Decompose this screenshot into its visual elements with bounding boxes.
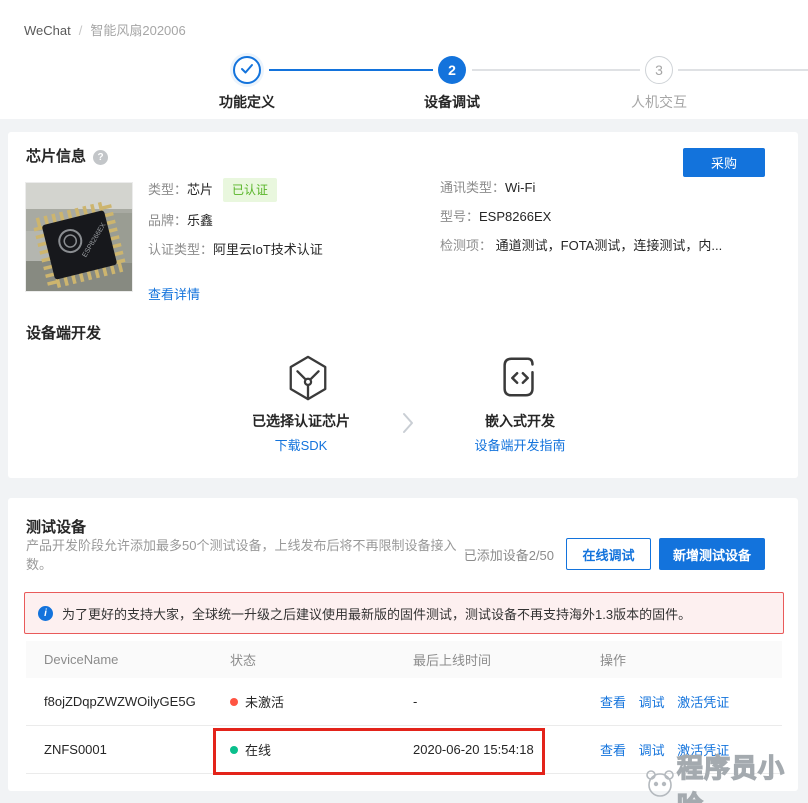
status-inactive-dot bbox=[230, 698, 238, 706]
step-connector-pending-2 bbox=[678, 69, 808, 71]
step-2-circle[interactable]: 2 bbox=[438, 56, 466, 84]
firmware-notice-banner: i 为了更好的支持大家，全球统一升级之后建议使用最新版的固件测试，测试设备不再支… bbox=[24, 592, 784, 634]
test-devices-subtitle: 产品开发阶段允许添加最多50个测试设备，上线发布后将不再限制设备接入数。 bbox=[26, 535, 464, 573]
breadcrumb-current: 智能风扇202006 bbox=[90, 23, 185, 38]
header-status: 状态 bbox=[230, 650, 413, 669]
embedded-dev-icon bbox=[498, 354, 542, 407]
view-action-link[interactable]: 查看 bbox=[600, 743, 626, 758]
chip-cert-type-field: 认证类型：阿里云IoT技术认证 bbox=[148, 240, 428, 260]
chevron-right-icon bbox=[402, 412, 414, 439]
debug-action-link[interactable]: 调试 bbox=[639, 695, 665, 710]
download-sdk-wrap: 下载SDK bbox=[211, 435, 391, 455]
chip-fields-left: 类型：芯片已认证 品牌：乐鑫 认证类型：阿里云IoT技术认证 查看详情 bbox=[148, 178, 428, 305]
status-cell: 在线 bbox=[230, 740, 413, 759]
chip-photo: ESP8266EX bbox=[25, 182, 133, 292]
header: WeChat / 智能风扇202006 2 3 功能定义 设备调试 人机交互 bbox=[0, 0, 808, 119]
chip-fields-right: 通讯类型：Wi-Fi 型号：ESP8266EX 检测项： 通道测试，FOTA测试… bbox=[440, 178, 780, 265]
dev-guide-wrap: 设备端开发指南 bbox=[430, 435, 610, 455]
step-connector-pending-1 bbox=[472, 69, 640, 71]
step-3-circle[interactable]: 3 bbox=[645, 56, 673, 84]
check-icon bbox=[240, 62, 254, 78]
step-1-label: 功能定义 bbox=[187, 92, 307, 112]
test-devices-toolbar: 产品开发阶段允许添加最多50个测试设备，上线发布后将不再限制设备接入数。 已添加… bbox=[26, 538, 765, 570]
info-icon: i bbox=[38, 606, 53, 621]
header-last-online: 最后上线时间 bbox=[413, 650, 600, 669]
device-table: DeviceName 状态 最后上线时间 操作 f8ojZDqpZWZWOily… bbox=[26, 641, 782, 774]
test-devices-card: 测试设备 产品开发阶段允许添加最多50个测试设备，上线发布后将不再限制设备接入数… bbox=[8, 498, 798, 791]
chip-brand-field: 品牌：乐鑫 bbox=[148, 211, 428, 231]
step-connector-done bbox=[269, 69, 433, 71]
device-name-cell: ZNFS0001 bbox=[44, 742, 230, 757]
buy-button[interactable]: 采购 bbox=[683, 148, 765, 177]
chip-type-field: 类型：芯片已认证 bbox=[148, 178, 428, 202]
chip-model-field: 型号：ESP8266EX bbox=[440, 207, 780, 227]
notice-text: 为了更好的支持大家，全球统一升级之后建议使用最新版的固件测试，测试设备不再支持海… bbox=[62, 604, 691, 623]
table-row: ZNFS0001 在线 2020-06-20 15:54:18 查看 调试 激活… bbox=[26, 726, 782, 774]
breadcrumb-root[interactable]: WeChat bbox=[24, 23, 71, 38]
debug-action-link[interactable]: 调试 bbox=[639, 743, 665, 758]
added-device-count: 已添加设备2/50 bbox=[464, 545, 554, 564]
chip-section-title: 芯片信息? bbox=[26, 145, 108, 166]
certified-badge: 已认证 bbox=[223, 178, 277, 202]
actions-cell: 查看 调试 激活凭证 bbox=[600, 692, 782, 711]
step-3-label: 人机交互 bbox=[599, 92, 719, 112]
step-1-circle[interactable] bbox=[233, 56, 261, 84]
credentials-action-link[interactable]: 激活凭证 bbox=[677, 743, 729, 758]
chip-comm-field: 通讯类型：Wi-Fi bbox=[440, 178, 780, 198]
help-icon[interactable]: ? bbox=[93, 150, 108, 165]
device-name-cell: f8ojZDqpZWZWOilyGE5G bbox=[44, 694, 230, 709]
chip-test-items-field: 检测项： 通道测试，FOTA测试，连接测试，内... bbox=[440, 236, 780, 256]
chip-info-card: 芯片信息? 采购 ESP8266EX 类型：芯片已认证 bbox=[8, 132, 798, 478]
breadcrumb-separator: / bbox=[79, 23, 83, 38]
last-online-cell: 2020-06-20 15:54:18 bbox=[413, 742, 600, 757]
device-dev-title: 设备端开发 bbox=[26, 322, 101, 343]
embedded-dev-title: 嵌入式开发 bbox=[430, 411, 610, 431]
view-action-link[interactable]: 查看 bbox=[600, 695, 626, 710]
download-sdk-link[interactable]: 下载SDK bbox=[275, 438, 328, 453]
page: WeChat / 智能风扇202006 2 3 功能定义 设备调试 人机交互 芯片信… bbox=[0, 0, 808, 803]
header-actions: 操作 bbox=[600, 650, 782, 669]
device-dev-guide-link[interactable]: 设备端开发指南 bbox=[474, 438, 565, 453]
test-devices-title: 测试设备 bbox=[26, 516, 86, 537]
header-device-name: DeviceName bbox=[44, 652, 230, 667]
actions-cell: 查看 调试 激活凭证 bbox=[600, 740, 782, 759]
selected-chip-title: 已选择认证芯片 bbox=[211, 411, 391, 431]
status-cell: 未激活 bbox=[230, 692, 413, 711]
step-2-label: 设备调试 bbox=[392, 92, 512, 112]
add-test-device-button[interactable]: 新增测试设备 bbox=[659, 538, 765, 570]
last-online-cell: - bbox=[413, 694, 600, 709]
view-detail-link[interactable]: 查看详情 bbox=[148, 285, 200, 305]
table-header-row: DeviceName 状态 最后上线时间 操作 bbox=[26, 641, 782, 678]
chip-hexagon-icon bbox=[285, 354, 331, 407]
credentials-action-link[interactable]: 激活凭证 bbox=[677, 695, 729, 710]
table-row: f8ojZDqpZWZWOilyGE5G 未激活 - 查看 调试 激活凭证 bbox=[26, 678, 782, 726]
status-online-dot bbox=[230, 746, 238, 754]
online-debug-button[interactable]: 在线调试 bbox=[566, 538, 651, 570]
breadcrumb: WeChat / 智能风扇202006 bbox=[24, 20, 186, 39]
